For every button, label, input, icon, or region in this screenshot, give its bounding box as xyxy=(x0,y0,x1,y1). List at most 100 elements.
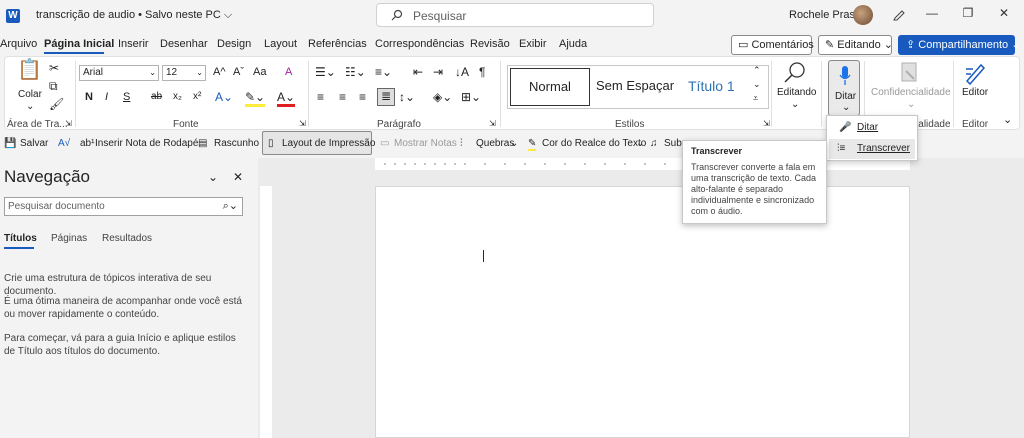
pen-icon[interactable] xyxy=(892,7,906,24)
chevron-down-icon[interactable]: ⌄ xyxy=(791,99,799,110)
find-icon[interactable] xyxy=(783,61,807,88)
editor-icon[interactable] xyxy=(963,61,987,88)
menu-item-dictate[interactable]: 🎤 Ditar xyxy=(829,118,915,138)
underline-button[interactable]: S xyxy=(123,91,130,103)
highlight-color-button[interactable]: Cor do Realce do Texto xyxy=(542,138,646,149)
styles-launcher-icon[interactable]: ⇲ xyxy=(763,119,770,128)
sub-icon[interactable]: ♫ xyxy=(650,138,658,149)
font-color-icon[interactable]: A⌄ xyxy=(277,90,296,107)
tab-desenhar[interactable]: Desenhar xyxy=(160,38,208,50)
sensitivity-icon[interactable] xyxy=(900,61,920,88)
styles-scroll-down-icon[interactable]: ⌄ xyxy=(753,79,761,90)
nav-options-icon[interactable]: ⌄ xyxy=(208,170,218,184)
tab-revisao[interactable]: Revisão xyxy=(470,38,510,50)
shading-icon[interactable]: ◈⌄ xyxy=(433,90,452,104)
nav-tab-results[interactable]: Resultados xyxy=(102,233,152,244)
dictate-button[interactable]: Ditar ⌄ xyxy=(828,60,860,116)
align-right-icon[interactable]: ≡ xyxy=(359,90,366,104)
chevron-down-icon[interactable]: ⌄ xyxy=(510,138,518,149)
style-heading-1[interactable]: Título 1 xyxy=(688,78,735,94)
font-launcher-icon[interactable]: ⇲ xyxy=(299,119,306,128)
collapse-ribbon-icon[interactable]: ⌄ xyxy=(1003,113,1012,126)
style-normal[interactable]: Normal xyxy=(510,68,590,106)
nav-search-input[interactable]: Pesquisar documento ⌕⌄ xyxy=(4,197,243,216)
sub-button[interactable]: Sub xyxy=(664,138,682,149)
font-size-select[interactable]: 12 ⌄ xyxy=(162,65,206,81)
editing-group-button[interactable]: Editando xyxy=(777,87,816,98)
maximize-button[interactable]: ❐ xyxy=(958,6,978,24)
tab-inserir[interactable]: Inserir xyxy=(118,38,149,50)
subscript-button[interactable]: x₂ xyxy=(173,91,182,102)
vertical-ruler[interactable] xyxy=(260,186,272,438)
print-layout-button[interactable]: Layout de Impressão xyxy=(282,138,375,149)
styles-scroll-up-icon[interactable]: ⌃ xyxy=(753,65,761,76)
format-painter-icon[interactable]: 🖌 xyxy=(49,97,64,111)
breaks-icon[interactable]: ⫶ xyxy=(460,138,463,149)
breaks-button[interactable]: Quebras xyxy=(476,138,514,149)
shrink-font-button[interactable]: Aˇ xyxy=(233,66,244,78)
borders-icon[interactable]: ⊞⌄ xyxy=(461,90,481,104)
paragraph-launcher-icon[interactable]: ⇲ xyxy=(489,119,496,128)
draft-button[interactable]: Rascunho xyxy=(214,138,259,149)
strikethrough-button[interactable]: ab xyxy=(151,91,162,102)
superscript-button[interactable]: x² xyxy=(193,91,201,102)
tab-layout[interactable]: Layout xyxy=(264,38,297,50)
bold-button[interactable]: N xyxy=(85,91,93,103)
document-title[interactable]: transcrição de audio • Salvo neste PC ⌵ xyxy=(36,9,232,22)
copy-icon[interactable]: ⧉ xyxy=(49,79,58,93)
document-page[interactable] xyxy=(375,186,910,438)
cut-icon[interactable]: ✂ xyxy=(49,61,59,75)
share-button[interactable]: ⇪ Compartilhamento ⌄ xyxy=(898,35,1020,55)
comments-button[interactable]: ▭ Comentários xyxy=(731,35,814,55)
justify-icon[interactable]: ≣ xyxy=(377,88,395,106)
close-button[interactable]: ✕ xyxy=(994,6,1014,24)
tab-referencias[interactable]: Referências xyxy=(308,38,367,50)
minimize-button[interactable]: — xyxy=(922,6,942,24)
align-left-icon[interactable]: ≡ xyxy=(317,90,324,104)
font-name-select[interactable]: Arial ⌄ xyxy=(79,65,159,81)
bullets-icon[interactable]: ☰⌄ xyxy=(315,65,336,79)
paste-dropdown-icon[interactable]: ⌄ xyxy=(26,101,34,112)
nav-tab-pages[interactable]: Páginas xyxy=(51,233,87,244)
menu-item-transcribe[interactable]: ⫶≡ Transcrever xyxy=(829,139,915,159)
style-no-spacing[interactable]: Sem Espaçar xyxy=(596,78,674,93)
search-box[interactable]: Pesquisar xyxy=(376,3,654,27)
tab-pagina-inicial[interactable]: Página Inicial xyxy=(44,38,114,50)
save-icon[interactable]: 💾 xyxy=(4,138,16,149)
italic-button[interactable]: I xyxy=(105,91,108,103)
decrease-indent-icon[interactable]: ⇤ xyxy=(413,65,423,79)
sort-icon[interactable]: ↓A xyxy=(455,65,469,79)
tab-correspondencias[interactable]: Correspondências xyxy=(375,38,464,50)
grow-font-button[interactable]: A^ xyxy=(213,66,226,78)
paste-label[interactable]: Colar xyxy=(18,89,42,100)
avatar[interactable] xyxy=(853,5,873,25)
editing-mode-button[interactable]: ✎ Editando ⌄ xyxy=(818,35,893,55)
footnote-icon[interactable]: ab¹ xyxy=(80,138,94,149)
tab-ajuda[interactable]: Ajuda xyxy=(559,38,587,50)
insert-footnote-button[interactable]: Inserir Nota de Rodapé xyxy=(95,138,198,149)
tab-arquivo[interactable]: Arquivo xyxy=(0,38,37,50)
highlighter-icon[interactable]: ✎ xyxy=(528,138,537,151)
chevron-down-icon[interactable]: ⌄ xyxy=(636,138,644,149)
sensitivity-button[interactable]: Confidencialidade xyxy=(871,87,951,98)
tab-design[interactable]: Design xyxy=(217,38,251,50)
align-center-icon[interactable]: ≡ xyxy=(339,90,346,104)
close-icon[interactable]: ✕ xyxy=(233,170,243,184)
clipboard-launcher-icon[interactable]: ⇲ xyxy=(65,119,72,128)
highlight-color-icon[interactable]: ✎⌄ xyxy=(245,90,266,107)
save-button[interactable]: Salvar xyxy=(20,138,48,149)
clear-formatting-button[interactable]: A xyxy=(285,66,292,78)
spelling-icon[interactable]: A√ xyxy=(58,138,70,149)
editor-button[interactable]: Editor xyxy=(962,87,988,98)
change-case-button[interactable]: Aa xyxy=(253,66,266,78)
text-effects-icon[interactable]: A⌄ xyxy=(215,90,233,104)
search-icon[interactable]: ⌕⌄ xyxy=(223,199,238,213)
print-layout-icon[interactable]: ▯ xyxy=(268,138,274,149)
user-name[interactable]: Rochele Prass xyxy=(789,9,861,21)
increase-indent-icon[interactable]: ⇥ xyxy=(433,65,443,79)
tab-exibir[interactable]: Exibir xyxy=(519,38,547,50)
paste-icon[interactable]: 📋 xyxy=(17,60,42,87)
styles-more-icon[interactable]: ⩡ xyxy=(753,93,758,104)
nav-tab-headings[interactable]: Títulos xyxy=(4,233,37,244)
draft-icon[interactable]: ▤ xyxy=(198,138,207,149)
